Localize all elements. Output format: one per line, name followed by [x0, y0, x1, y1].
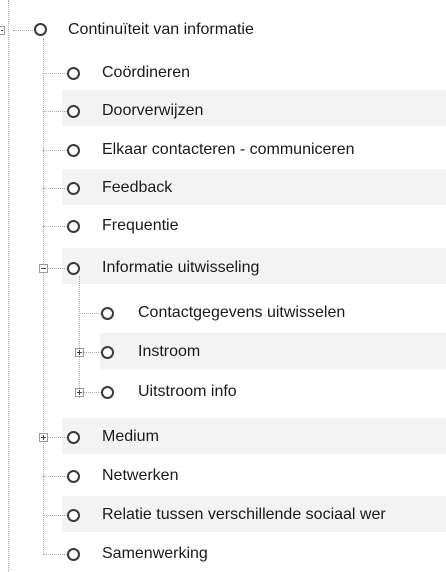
node-circle-icon	[101, 307, 114, 320]
tree-node[interactable]: Elkaar contacteren - communiceren	[67, 138, 437, 162]
tree-node[interactable]: Frequentie	[67, 214, 437, 238]
node-circle-icon	[67, 470, 80, 483]
tree-node[interactable]: Uitstroom info	[101, 380, 441, 404]
node-circle-icon	[67, 67, 80, 80]
tree-connector	[43, 554, 67, 555]
tree-connector	[84, 352, 101, 353]
node-label: Coördineren	[102, 64, 191, 81]
node-label: Feedback	[102, 179, 173, 196]
tree-connector	[43, 111, 67, 112]
tree-connector	[43, 515, 67, 516]
node-label: Doorverwijzen	[102, 102, 204, 119]
node-circle-icon	[67, 548, 80, 561]
tree-connector	[43, 476, 67, 477]
tree-connector	[43, 73, 67, 74]
node-circle-icon	[67, 431, 80, 444]
node-circle-icon	[101, 346, 114, 359]
tree-connector	[79, 313, 101, 314]
tree-connector	[48, 268, 67, 269]
node-label: Frequentie	[102, 217, 179, 234]
node-label: Relatie tussen verschillende sociaal wer	[102, 506, 386, 523]
tree-connector	[8, 0, 9, 572]
node-circle-icon	[34, 23, 47, 36]
tree-view: Continuïteit van informatie Coördineren …	[0, 0, 446, 572]
tree-connector	[84, 392, 101, 393]
expand-icon[interactable]	[75, 388, 84, 397]
tree-node[interactable]: Medium	[67, 425, 437, 449]
tree-node[interactable]: Relatie tussen verschillende sociaal wer	[67, 503, 442, 527]
tree-connector	[13, 30, 33, 31]
node-circle-icon	[67, 182, 80, 195]
node-label: Instroom	[138, 343, 201, 360]
tree-connector	[43, 188, 67, 189]
node-label: Netwerken	[102, 467, 179, 484]
tree-node[interactable]: Doorverwijzen	[67, 99, 437, 123]
expand-icon[interactable]	[39, 433, 48, 442]
node-label: Medium	[102, 428, 159, 445]
node-label: Informatie uitwisseling	[102, 259, 260, 276]
tree-connector	[79, 276, 80, 398]
tree-node[interactable]: Coördineren	[67, 61, 437, 85]
node-circle-icon	[67, 144, 80, 157]
node-label: Elkaar contacteren - communiceren	[102, 141, 355, 158]
collapse-icon[interactable]	[39, 264, 48, 273]
node-label: Samenwerking	[102, 545, 208, 562]
node-circle-icon	[67, 220, 80, 233]
tree-node[interactable]: Instroom	[101, 340, 441, 364]
node-label: Continuïteit van informatie	[68, 21, 254, 38]
tree-node-root[interactable]: Continuïteit van informatie	[33, 18, 333, 42]
tree-connector	[48, 437, 67, 438]
collapse-icon[interactable]	[0, 26, 5, 35]
node-label: Uitstroom info	[138, 383, 237, 400]
tree-node[interactable]: Samenwerking	[67, 542, 437, 566]
tree-node[interactable]: Informatie uitwisseling	[67, 256, 437, 280]
node-circle-icon	[67, 105, 80, 118]
tree-connector	[43, 226, 67, 227]
node-circle-icon	[67, 262, 80, 275]
tree-node[interactable]: Contactgegevens uitwisselen	[101, 301, 441, 325]
node-label: Contactgegevens uitwisselen	[138, 304, 346, 321]
tree-node[interactable]: Feedback	[67, 176, 437, 200]
node-circle-icon	[67, 509, 80, 522]
tree-node[interactable]: Netwerken	[67, 464, 437, 488]
expand-icon[interactable]	[75, 348, 84, 357]
tree-connector	[43, 150, 67, 151]
node-circle-icon	[101, 386, 114, 399]
